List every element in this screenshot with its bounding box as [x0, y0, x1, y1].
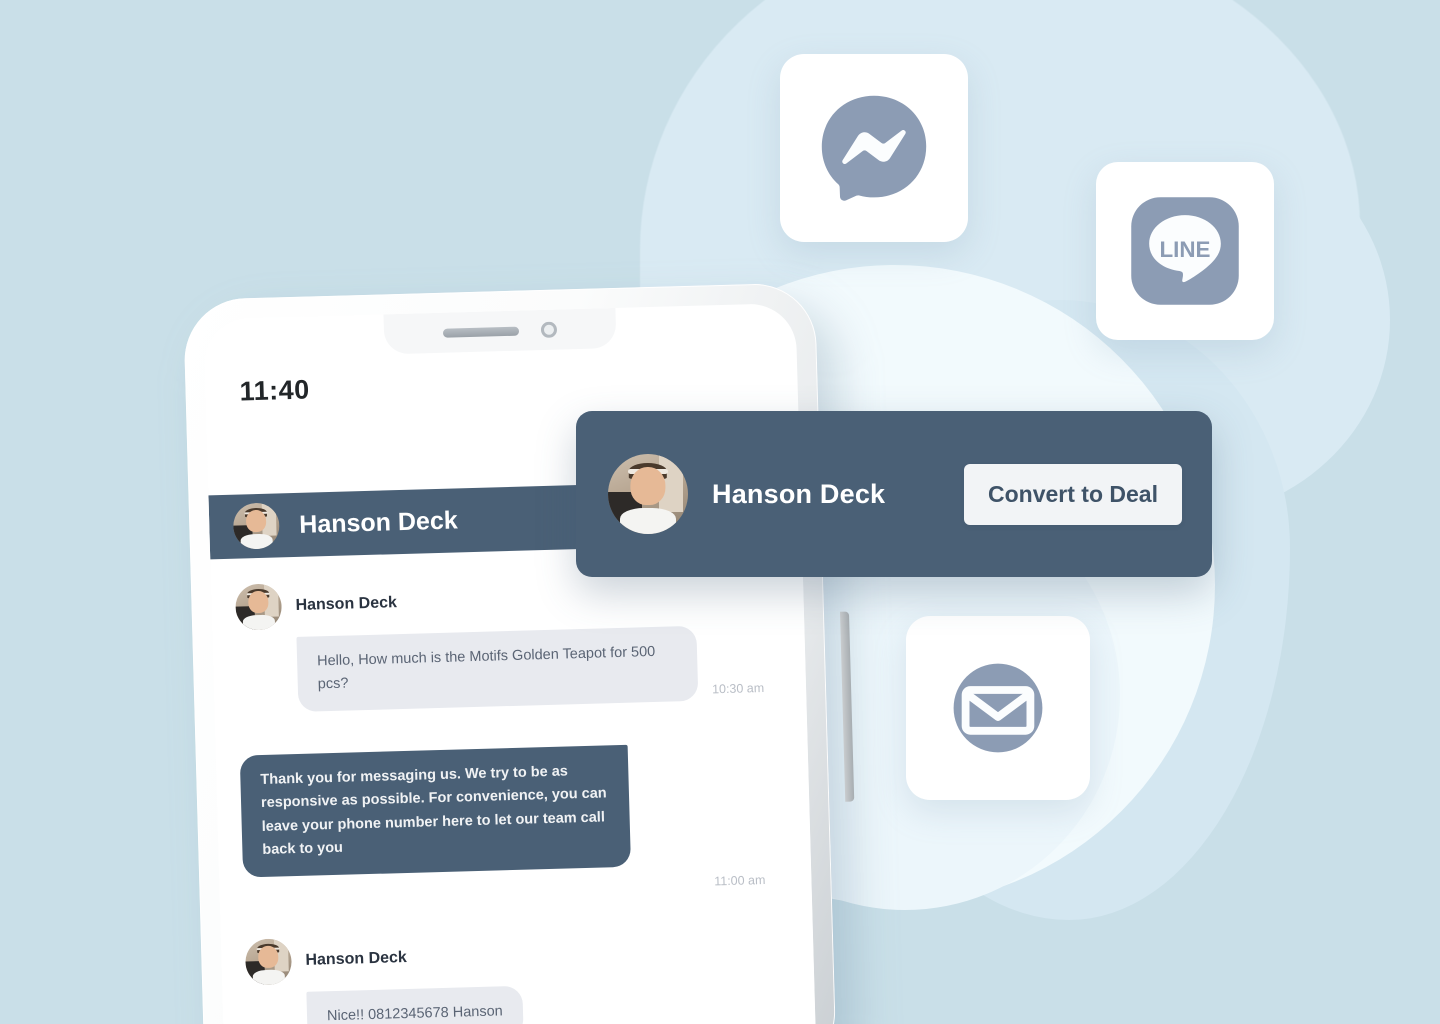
avatar-photo	[608, 454, 688, 534]
message-sender-row: Hanson Deck	[244, 924, 790, 986]
message-bubble-incoming[interactable]: Nice!! 0812345678 Hanson	[306, 985, 524, 1024]
message-sender-name: Hanson Deck	[305, 948, 408, 969]
convert-to-deal-button[interactable]: Convert to Deal	[964, 463, 1182, 525]
phone-notch	[383, 307, 617, 355]
gmail-icon	[932, 642, 1064, 774]
chat-header-avatar	[232, 502, 280, 550]
message-avatar	[234, 583, 283, 631]
message-list[interactable]: Hanson Deck Hello, How much is the Motif…	[210, 542, 817, 1024]
message-avatar	[244, 938, 293, 986]
speaker-grille-icon	[442, 326, 520, 338]
contact-card-name: Hanson Deck	[712, 478, 886, 509]
app-tile-line[interactable]: LINE	[1096, 162, 1274, 340]
message-row: Nice!! 0812345678 Hanson	[246, 978, 791, 1024]
avatar-photo	[232, 502, 280, 550]
message-row: Hello, How much is the Motifs Golden Tea…	[236, 623, 782, 713]
message-bubble-outgoing[interactable]: Thank you for messaging us. We try to be…	[239, 744, 631, 878]
message-timestamp: 10:30 am	[711, 680, 765, 697]
line-wordmark: LINE	[1159, 237, 1210, 262]
phone-mockup: 11:40 Hanson Deck Hanson Deck Hello, How…	[183, 282, 858, 1024]
avatar-photo	[234, 583, 283, 631]
message-timestamp: 11:00 am	[714, 872, 766, 889]
front-camera-icon	[540, 321, 558, 339]
contact-card-avatar	[608, 454, 688, 534]
message-sender-row: Hanson Deck	[234, 569, 780, 631]
background-blob-blue-three	[830, 300, 1290, 920]
illustration-canvas: LINE 11:40 Hanson Deck Hanson Deck Hello…	[0, 0, 1440, 1024]
status-bar-clock: 11:40	[239, 374, 311, 406]
line-icon: LINE	[1121, 187, 1249, 315]
message-sender-name: Hanson Deck	[295, 594, 398, 614]
message-group: Hanson Deck Nice!! 0812345678 Hanson 12:…	[244, 924, 792, 1024]
message-bubble-incoming[interactable]: Hello, How much is the Motifs Golden Tea…	[296, 625, 699, 712]
app-tile-messenger[interactable]	[780, 54, 968, 242]
contact-card[interactable]: Hanson Deck Convert to Deal	[576, 411, 1212, 577]
message-group: Thank you for messaging us. We try to be…	[239, 740, 788, 901]
phone-body: 11:40 Hanson Deck Hanson Deck Hello, How…	[183, 282, 837, 1024]
chat-header-contact-name: Hanson Deck	[298, 505, 459, 539]
message-row: Thank you for messaging us. We try to be…	[239, 740, 787, 878]
message-group: Hanson Deck Hello, How much is the Motif…	[234, 569, 782, 713]
messenger-icon	[806, 80, 941, 215]
avatar-photo	[244, 938, 293, 986]
app-tile-gmail[interactable]	[906, 616, 1090, 800]
